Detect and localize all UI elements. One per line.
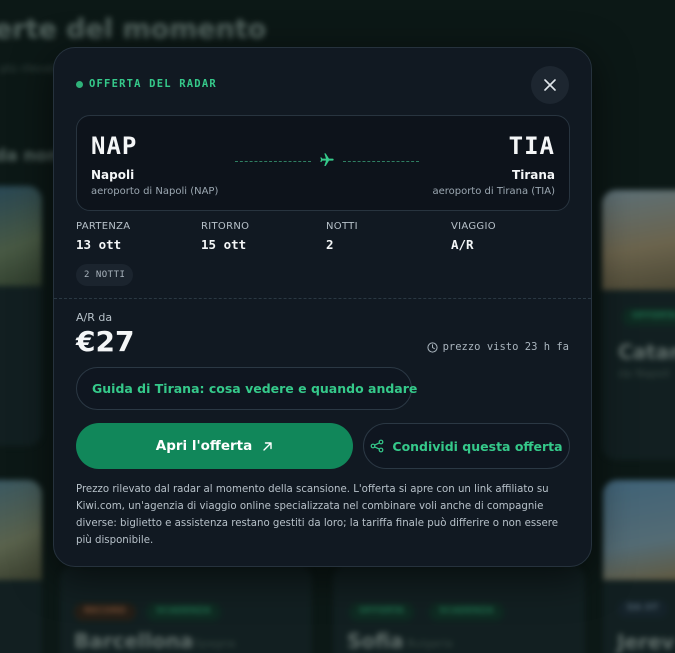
background-card-barcellona: RECORD SCADENZA Barcellona Spagna <box>60 565 312 653</box>
radar-badge-label: OFFERTA DEL RADAR <box>89 78 217 90</box>
price-seen-text: prezzo visto 23 h fa <box>442 341 569 353</box>
background-card-catania: OFFERTA Catani da Napoli <box>602 190 675 460</box>
stat-value: 13 ott <box>76 237 122 252</box>
origin-city: Napoli <box>91 168 135 182</box>
stat-label: RITORNO <box>201 221 250 232</box>
disclaimer-text: Prezzo rilevato dal radar al momento del… <box>76 484 558 546</box>
stat-label: NOTTI <box>326 221 358 232</box>
share-icon <box>370 439 384 453</box>
plane-icon <box>320 153 334 166</box>
stat-label: VIAGGIO <box>451 221 496 232</box>
destination-city: Tirana <box>512 168 555 182</box>
price-value: €27 <box>76 325 135 358</box>
stat-value: 2 <box>326 237 334 252</box>
stat-departure: PARTENZA 13 ott <box>76 221 130 252</box>
share-offer-label: Condividi questa offerta <box>392 438 563 454</box>
stat-value: A/R <box>451 237 474 252</box>
stat-value: 15 ott <box>201 237 247 252</box>
clock-icon <box>426 341 438 353</box>
divider <box>54 298 591 299</box>
background-card-sofia: OFFERTA SCADENZA Sofia Bulgaria <box>333 565 585 653</box>
open-offer-label: Apri l'offerta <box>155 438 253 454</box>
city-guide-button[interactable]: Guida di Tirana: cosa vedere e quando an… <box>76 367 417 410</box>
stat-trip-type: VIAGGIO A/R <box>451 221 496 252</box>
route-card: NAP Napoli aeroporto di Napoli (NAP) TIA… <box>76 115 570 211</box>
background-title: erte del momento <box>0 14 267 45</box>
destination-airport: aeroporto di Tirana (TIA) <box>432 186 555 197</box>
stat-label: PARTENZA <box>76 221 131 232</box>
price-label: A/R da <box>76 311 113 324</box>
radar-badge: OFFERTA DEL RADAR <box>76 78 217 90</box>
background-section-title: da non <box>0 146 60 166</box>
status-dot-icon <box>76 80 83 88</box>
price-seen: prezzo visto 23 h fa <box>426 341 569 353</box>
origin-airport: aeroporto di Napoli (NAP) <box>91 186 219 197</box>
background-card <box>0 186 42 446</box>
close-button[interactable] <box>531 66 569 104</box>
background-card <box>0 480 42 653</box>
stat-nights: NOTTI 2 <box>326 221 358 252</box>
city-guide-label: Guida di Tirana: cosa vedere e quando an… <box>92 381 418 396</box>
route-line <box>343 161 419 162</box>
external-link-icon <box>263 441 272 451</box>
route-line <box>235 161 311 162</box>
background-card-jerev: DA OT Jerev <box>603 480 675 653</box>
offer-modal: OFFERTA DEL RADAR NAP Napoli aeroporto d… <box>53 47 592 567</box>
destination-code: TIA <box>508 132 555 160</box>
close-icon <box>544 79 556 91</box>
origin-code: NAP <box>91 132 138 160</box>
open-offer-button[interactable]: Apri l'offerta <box>76 423 353 469</box>
stat-return: RITORNO 15 ott <box>201 221 249 252</box>
nights-chip: 2 NOTTI <box>76 264 134 286</box>
share-offer-button[interactable]: Condividi questa offerta <box>363 423 570 469</box>
